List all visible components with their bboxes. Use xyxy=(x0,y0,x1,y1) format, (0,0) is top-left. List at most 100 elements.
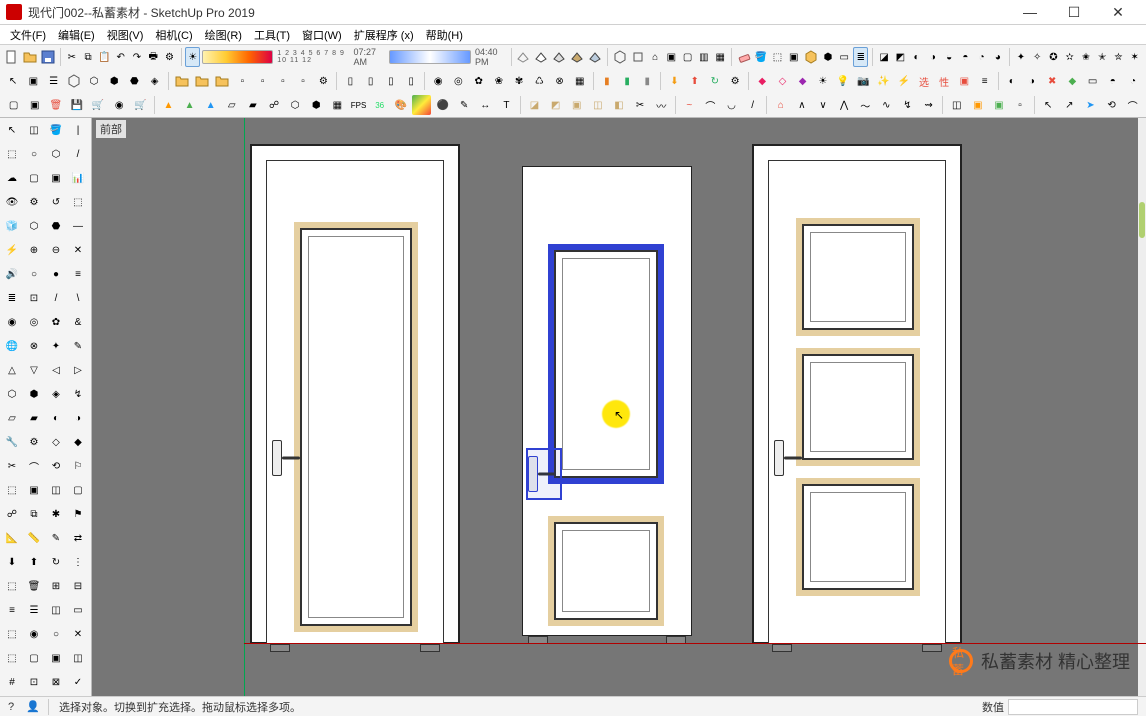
import-a-button[interactable]: ⬇ xyxy=(665,71,683,91)
r3-i[interactable]: ▲ xyxy=(180,95,199,115)
layout-button[interactable]: ▭ xyxy=(837,47,851,67)
plugin2-a[interactable]: ◐ xyxy=(1003,71,1021,91)
left-tool-34[interactable]: ✿ xyxy=(46,312,66,332)
plugin-h-button[interactable]: ◕ xyxy=(991,47,1005,67)
doc-b-button[interactable]: ▯ xyxy=(362,71,380,91)
r3-grid[interactable]: ▦ xyxy=(328,95,347,115)
left-tool-46[interactable]: ◈ xyxy=(46,384,66,404)
left-tool-3[interactable]: | xyxy=(68,120,88,140)
left-tool-64[interactable]: ☍ xyxy=(2,504,22,524)
left-tool-66[interactable]: ✱ xyxy=(46,504,66,524)
left-tool-76[interactable]: ⬚ xyxy=(2,576,22,596)
component-button[interactable]: ⬚ xyxy=(770,47,784,67)
r3-36[interactable]: 36 xyxy=(370,95,389,115)
plugin-n-button[interactable]: ✭ xyxy=(1095,47,1109,67)
left-tool-48[interactable]: ▱ xyxy=(2,408,22,428)
r3-m[interactable]: ☍ xyxy=(264,95,283,115)
r3-e[interactable]: 🛒 xyxy=(89,95,108,115)
scene-c-button[interactable]: ✿ xyxy=(470,71,488,91)
plugin-i-button[interactable]: ✦ xyxy=(1014,47,1028,67)
left-tool-16[interactable]: 🧊 xyxy=(2,216,22,236)
r3-wave-d[interactable]: ⇝ xyxy=(919,95,938,115)
left-tool-58[interactable]: ⟲ xyxy=(46,456,66,476)
r3-fps[interactable]: FPS xyxy=(349,95,368,115)
plugin-g-button[interactable]: ◔ xyxy=(975,47,989,67)
plugin2-d[interactable]: ◆ xyxy=(1063,71,1081,91)
plugin2-c[interactable]: ✖ xyxy=(1043,71,1061,91)
hidden-line-style-button[interactable] xyxy=(533,47,549,67)
left-tool-88[interactable]: ⬚ xyxy=(2,648,22,668)
wireframe-style-button[interactable] xyxy=(515,47,531,67)
left-tool-7[interactable]: / xyxy=(68,144,88,164)
left-tool-55[interactable]: ◆ xyxy=(68,432,88,452)
left-tool-83[interactable]: ▭ xyxy=(68,600,88,620)
left-tool-61[interactable]: ▣ xyxy=(24,480,44,500)
left-tool-15[interactable]: ⬚ xyxy=(68,192,88,212)
left-tool-0[interactable]: ↖ xyxy=(2,120,22,140)
r3-j[interactable]: ▲ xyxy=(201,95,220,115)
r3-box-c[interactable]: ▣ xyxy=(989,95,1008,115)
select-tool-button[interactable]: ↖ xyxy=(4,71,22,91)
left-tool-8[interactable]: ☁ xyxy=(2,168,22,188)
left-tool-35[interactable]: & xyxy=(68,312,88,332)
plugin-d-button[interactable]: ◑ xyxy=(926,47,940,67)
r3-b[interactable]: ▣ xyxy=(25,95,44,115)
plugin-j-button[interactable]: ✧ xyxy=(1030,47,1044,67)
left-tool-86[interactable]: ○ xyxy=(46,624,66,644)
left-tool-4[interactable]: ⬚ xyxy=(2,144,22,164)
plugin2-b[interactable]: ◑ xyxy=(1023,71,1041,91)
r3-l[interactable]: ▰ xyxy=(243,95,262,115)
r3-arrow-e[interactable]: ⌒ xyxy=(1123,95,1142,115)
doc-a-button[interactable]: ▯ xyxy=(341,71,359,91)
shadow-time-slider[interactable]: 07:27 AM 04:40 PM xyxy=(353,47,506,67)
r3-wave-b[interactable]: ∿ xyxy=(877,95,896,115)
r3-roof-b[interactable]: ∧ xyxy=(792,95,811,115)
left-tool-25[interactable]: ○ xyxy=(24,264,44,284)
section-plane-button[interactable]: ▦ xyxy=(713,47,727,67)
iso-view-button[interactable] xyxy=(612,47,628,67)
ch-b-button[interactable]: 性 xyxy=(935,71,953,91)
left-tool-37[interactable]: ⊗ xyxy=(24,336,44,356)
left-tool-69[interactable]: 📏 xyxy=(24,528,44,548)
r3-curve-b[interactable]: ⌒ xyxy=(701,95,720,115)
left-tool-62[interactable]: ◫ xyxy=(46,480,66,500)
folder-c-button[interactable] xyxy=(213,71,231,91)
r3-roof-a[interactable]: ⌂ xyxy=(771,95,790,115)
door-model-2[interactable] xyxy=(522,166,692,636)
undo-button[interactable]: ↶ xyxy=(114,47,128,67)
left-tool-33[interactable]: ◎ xyxy=(24,312,44,332)
grid-button[interactable]: ▦ xyxy=(571,71,589,91)
r3-k[interactable]: ▱ xyxy=(222,95,241,115)
r3-solid-f[interactable]: ✂ xyxy=(631,95,650,115)
scene-e-button[interactable]: ✾ xyxy=(510,71,528,91)
plugin-k-button[interactable]: ✪ xyxy=(1046,47,1060,67)
r3-curve-a[interactable]: ~ xyxy=(680,95,699,115)
r3-arrow-d[interactable]: ⟲ xyxy=(1102,95,1121,115)
left-tool-81[interactable]: ☰ xyxy=(24,600,44,620)
left-tool-23[interactable]: ✕ xyxy=(68,240,88,260)
left-tool-70[interactable]: ✎ xyxy=(46,528,66,548)
left-tool-20[interactable]: ⚡ xyxy=(2,240,22,260)
solid-tool-d[interactable]: ⬣ xyxy=(125,71,143,91)
left-tool-10[interactable]: ▣ xyxy=(46,168,66,188)
left-tool-1[interactable]: ◫ xyxy=(24,120,44,140)
menu-item-4[interactable]: 绘图(R) xyxy=(199,25,248,45)
r3-arrow-a[interactable]: ↖ xyxy=(1039,95,1058,115)
r3-box-d[interactable]: ▫ xyxy=(1011,95,1030,115)
left-tool-84[interactable]: ⬚ xyxy=(2,624,22,644)
import-b-button[interactable]: ⬆ xyxy=(686,71,704,91)
left-tool-79[interactable]: ⊟ xyxy=(68,576,88,596)
left-tool-47[interactable]: ↯ xyxy=(68,384,88,404)
time-gradient[interactable] xyxy=(389,50,471,64)
gear-button[interactable]: ⚙ xyxy=(314,71,332,91)
menu-item-1[interactable]: 编辑(E) xyxy=(52,25,101,45)
left-tool-32[interactable]: ◉ xyxy=(2,312,22,332)
import-c-button[interactable]: ↻ xyxy=(706,71,724,91)
scene-g-button[interactable]: ⊗ xyxy=(550,71,568,91)
shaded-style-button[interactable] xyxy=(551,47,567,67)
r3-roof-d[interactable]: ⋀ xyxy=(835,95,854,115)
file-d-button[interactable]: ▫ xyxy=(294,71,312,91)
left-tool-9[interactable]: ▢ xyxy=(24,168,44,188)
menu-item-2[interactable]: 视图(V) xyxy=(101,25,150,45)
plugin-l-button[interactable]: ✫ xyxy=(1063,47,1077,67)
